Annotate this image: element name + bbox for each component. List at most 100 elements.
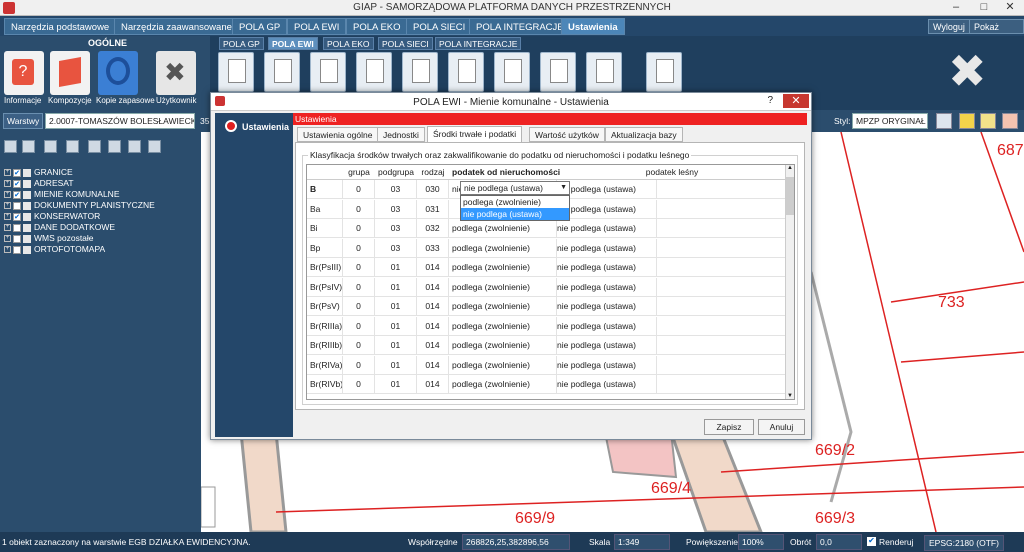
ewi-doc-button-8[interactable]	[540, 52, 576, 92]
table-cell[interactable]: podlega (zwolnienie)	[452, 258, 557, 277]
layer-tool-expand-icon[interactable]	[108, 140, 121, 153]
ewi-doc-button-9[interactable]	[586, 52, 622, 92]
table-cell[interactable]: nie podlega (ustawa)	[557, 199, 657, 219]
layer-item[interactable]: + WMS pozostałe	[4, 233, 94, 244]
layer-tool-edit-icon[interactable]	[44, 140, 57, 153]
table-scrollbar[interactable]: ▲ ▼	[785, 165, 794, 399]
tab-wartosc-uzytkow[interactable]: Wartość użytków	[529, 127, 605, 142]
informacje-button[interactable]: ?	[4, 51, 44, 95]
expand-icon[interactable]: +	[4, 246, 11, 254]
layer-item[interactable]: + ✔ KONSERWATOR	[4, 211, 100, 222]
style-select[interactable]: MPZP ORYGINAŁ	[852, 113, 928, 129]
table-row[interactable]: Br(PsIII) 0 01 014 podlega (zwolnienie) nie p…	[307, 258, 787, 277]
layer-checkbox[interactable]: ✔	[13, 190, 21, 199]
tab-narzedzia-podstawowe[interactable]: Narzędzia podstawowe	[4, 18, 117, 35]
help-button[interactable]: ?	[767, 95, 773, 106]
tab-ustawienia[interactable]: Ustawienia	[561, 18, 625, 35]
ewi-doc-button-6[interactable]	[448, 52, 484, 92]
layer-checkbox[interactable]	[13, 234, 21, 243]
gear-icon[interactable]	[936, 113, 952, 129]
expand-icon[interactable]: +	[4, 202, 11, 210]
table-cell[interactable]: podlega (zwolnienie)	[452, 355, 557, 375]
table-cell[interactable]: podlega (zwolnienie)	[452, 219, 557, 238]
save-button[interactable]: Zapisz	[704, 419, 754, 435]
layer-tool-filter-icon[interactable]	[66, 140, 79, 153]
dialog-close-button[interactable]: ✕	[783, 94, 809, 108]
table-cell[interactable]: nie podlega (ustawa)	[557, 277, 657, 297]
layer-checkbox[interactable]	[13, 223, 21, 232]
epsg-button[interactable]: EPSG:2180 (OTF)	[924, 535, 1004, 551]
ewi-doc-button-7[interactable]	[494, 52, 530, 92]
render-checkbox[interactable]: ✔	[867, 537, 876, 546]
subtab-pola-sieci[interactable]: POLA SIECI	[378, 37, 433, 50]
table-row[interactable]: Br(PsIV) 0 01 014 podlega (zwolnienie) nie po…	[307, 277, 787, 297]
layer-item[interactable]: + ORTOFOTOMAPA	[4, 244, 105, 255]
layer-item[interactable]: + DOKUMENTY PLANISTYCZNE	[4, 200, 155, 211]
warstwy-button[interactable]: Warstwy	[3, 113, 43, 129]
subtab-pola-ewi[interactable]: POLA EWI	[268, 37, 318, 50]
table-row[interactable]: Br(RIIIb) 0 01 014 podlega (zwolnienie) nie p…	[307, 336, 787, 355]
table-row[interactable]: Br(PsV) 0 01 014 podlega (zwolnienie) nie pod…	[307, 297, 787, 316]
layer-item[interactable]: + ✔ MIENIE KOMUNALNE	[4, 189, 120, 200]
tab-pola-eko[interactable]: POLA EKO	[346, 18, 408, 35]
coords-field[interactable]: 268826,25,382896,56	[462, 534, 570, 550]
tab-pola-gp[interactable]: POLA GP	[232, 18, 288, 35]
show-menu-button[interactable]: Pokaż menu	[969, 19, 1024, 47]
tab-narzedzia-zaawansowane[interactable]: Narzędzia zaawansowane	[114, 18, 239, 35]
scroll-thumb[interactable]	[786, 177, 794, 215]
subtab-pola-eko[interactable]: POLA EKO	[323, 37, 374, 50]
layer-tool-remove-icon[interactable]	[148, 140, 161, 153]
podatek-dropdown[interactable]: nie podlega (ustawa) ▼	[460, 181, 570, 195]
expand-icon[interactable]: +	[4, 169, 11, 177]
layer-item[interactable]: + ✔ ADRESAT	[4, 178, 74, 189]
table-cell[interactable]: podlega (zwolnienie)	[452, 297, 557, 316]
minimize-button[interactable]: –	[942, 0, 970, 15]
layer-item[interactable]: + ✔ GRANICE	[4, 167, 73, 178]
table-cell[interactable]: nie podlega (ustawa)	[557, 316, 657, 336]
subtab-pola-integracje[interactable]: POLA INTEGRACJE	[435, 37, 522, 50]
kompozycje-button[interactable]	[50, 51, 90, 95]
sidebar-item-ustawienia[interactable]: Ustawienia	[242, 122, 289, 132]
ewi-doc-button-2[interactable]	[264, 52, 300, 92]
ewi-doc-button-5[interactable]	[402, 52, 438, 92]
ewi-doc-button-4[interactable]	[356, 52, 392, 92]
expand-icon[interactable]: +	[4, 224, 11, 232]
uzytkownik-button[interactable]: ✖	[156, 51, 196, 95]
layer-checkbox[interactable]	[13, 201, 21, 210]
rotation-field[interactable]: 0,0	[816, 534, 862, 550]
highlight-icon[interactable]	[980, 113, 996, 129]
table-row[interactable]: Bp 0 03 033 podlega (zwolnienie) nie podlega …	[307, 238, 787, 258]
layer-checkbox[interactable]	[13, 245, 21, 254]
tab-pola-ewi[interactable]: POLA EWI	[287, 18, 347, 35]
table-cell[interactable]: podlega (zwolnienie)	[452, 277, 557, 297]
tab-pola-sieci[interactable]: POLA SIECI	[406, 18, 473, 35]
expand-icon[interactable]: +	[4, 235, 11, 243]
table-cell[interactable]: nie podlega (ustawa)	[557, 375, 657, 394]
tab-srodki-trwale[interactable]: Środki trwałe i podatki	[427, 126, 523, 143]
kopie-zapasowe-button[interactable]	[98, 51, 138, 95]
table-cell[interactable]: nie podlega (ustawa)	[557, 219, 657, 238]
layer-tool-eye-icon[interactable]	[22, 140, 35, 153]
tab-pola-integracje[interactable]: POLA INTEGRACJE	[469, 18, 571, 35]
table-cell[interactable]: podlega (zwolnienie)	[452, 316, 557, 336]
expand-icon[interactable]: +	[4, 213, 11, 221]
table-cell[interactable]: podlega (zwolnienie)	[452, 336, 557, 355]
table-row[interactable]: Br(RIVa) 0 01 014 podlega (zwolnienie) nie po…	[307, 355, 787, 375]
layer-checkbox[interactable]: ✔	[13, 168, 21, 177]
dropdown-option-selected[interactable]: nie podlega (ustawa)	[461, 208, 569, 220]
table-cell[interactable]: nie podlega (ustawa)	[557, 355, 657, 375]
layer-checkbox[interactable]: ✔	[13, 212, 21, 221]
ewi-doc-button-10[interactable]	[646, 52, 682, 92]
layer-select[interactable]: 2.0007-TOMASZÓW BOLESŁAWIECKI	[45, 113, 195, 129]
table-row[interactable]: Br(RIIIa) 0 01 014 podlega (zwolnienie) nie p…	[307, 316, 787, 336]
table-cell[interactable]: nie podlega (ustawa)	[557, 258, 657, 277]
expand-icon[interactable]: +	[4, 191, 11, 199]
dropdown-option[interactable]: podlega (zwolnienie)	[461, 196, 569, 208]
scroll-up-icon[interactable]: ▲	[787, 165, 793, 171]
table-cell[interactable]: nie podlega (ustawa)	[557, 180, 657, 199]
table-cell[interactable]: podlega (zwolnienie)	[452, 238, 557, 258]
tab-ustawienia-ogolne[interactable]: Ustawienia ogólne	[297, 127, 379, 142]
table-cell[interactable]: nie podlega (ustawa)	[557, 336, 657, 355]
table-cell[interactable]: nie podlega (ustawa)	[557, 297, 657, 316]
tab-aktualizacja-bazy[interactable]: Aktualizacja bazy	[605, 127, 683, 142]
